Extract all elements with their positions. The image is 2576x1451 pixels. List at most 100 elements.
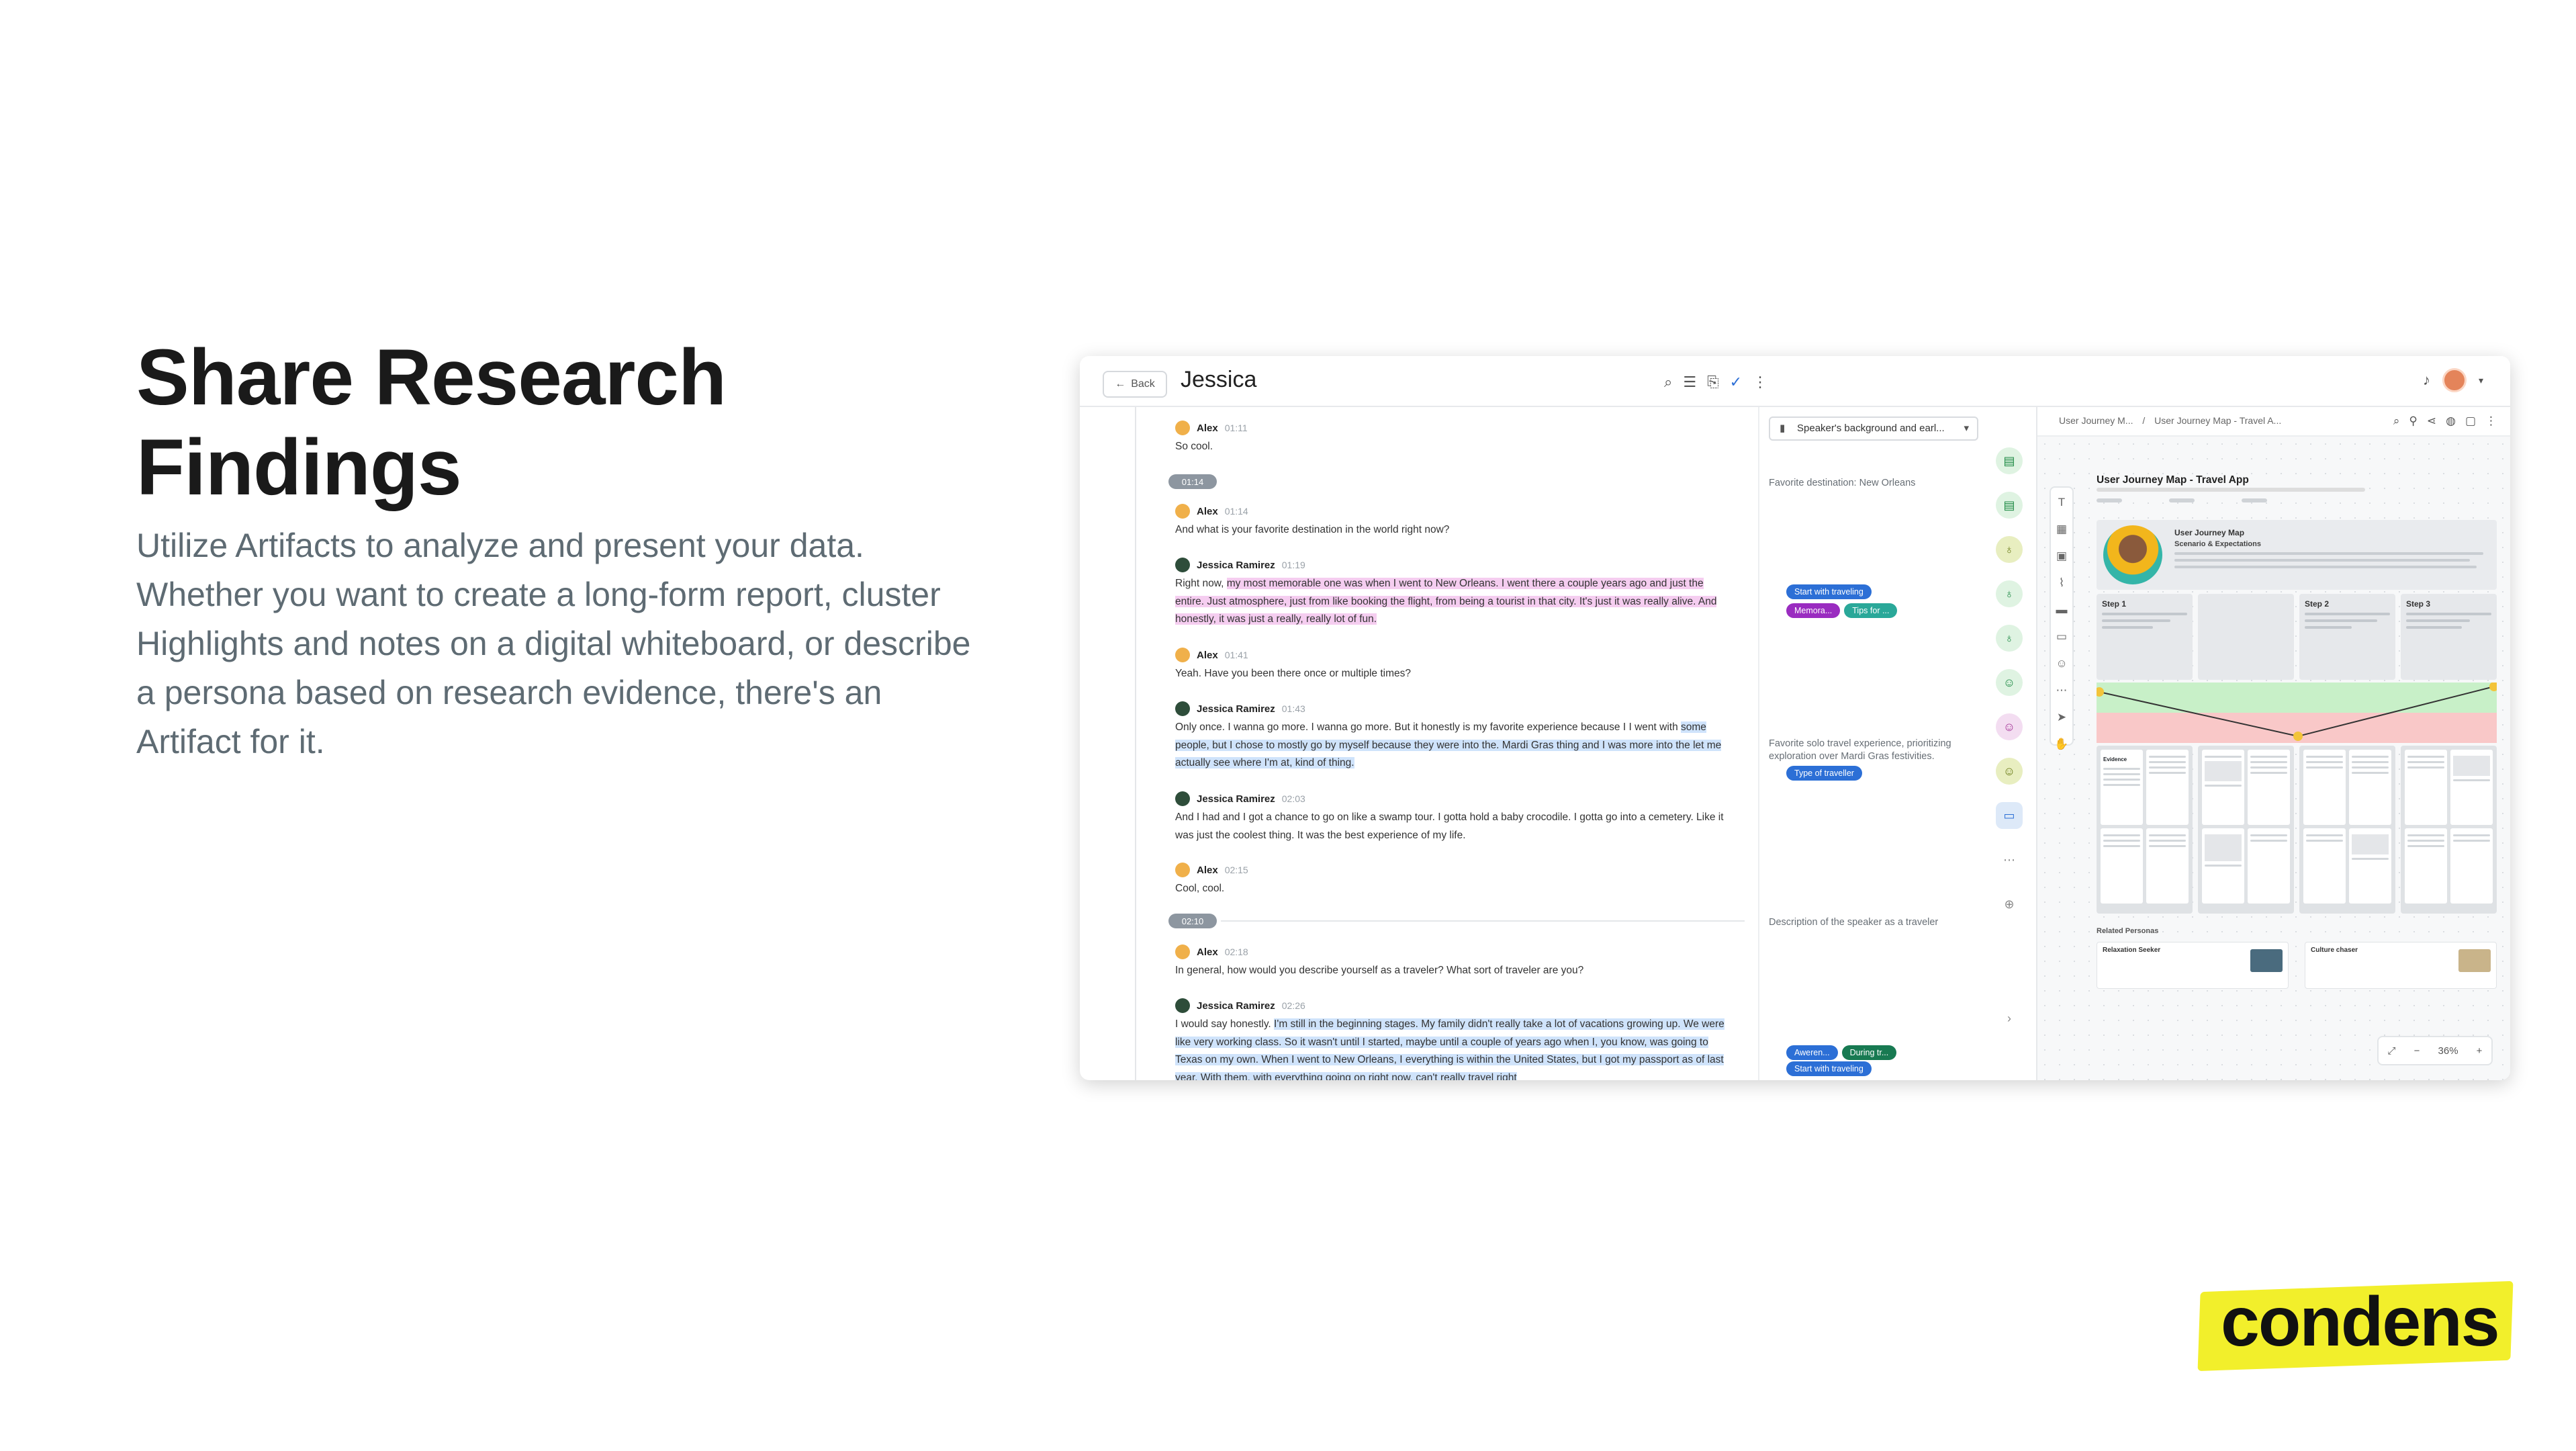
evidence-card[interactable]: [2450, 750, 2493, 825]
chart-tool-icon[interactable]: ⌇: [2059, 576, 2064, 590]
lightbulb-icon[interactable]: ♁: [1996, 536, 2023, 563]
highlight[interactable]: my most memorable one was when I went to…: [1175, 578, 1717, 625]
tag-chip[interactable]: Start with traveling: [1786, 584, 1872, 599]
attachment-icon[interactable]: ⎘: [1707, 373, 1719, 391]
timestamp[interactable]: 01:11: [1225, 423, 1248, 433]
search-icon[interactable]: ⌕: [1664, 373, 1672, 391]
list-icon[interactable]: ☰: [1683, 373, 1696, 391]
evidence-card[interactable]: [2405, 750, 2447, 825]
globe-icon[interactable]: ◍: [2446, 414, 2456, 428]
evidence-group: [2299, 746, 2395, 914]
face-icon[interactable]: ☺: [1996, 758, 2023, 785]
check-circle-icon[interactable]: ✓: [1730, 373, 1742, 391]
tag-chip[interactable]: Start with traveling: [1786, 1061, 1872, 1076]
evidence-card[interactable]: [2146, 828, 2189, 904]
timestamp[interactable]: 01:43: [1282, 703, 1305, 714]
message-text[interactable]: And what is your favorite destination in…: [1175, 521, 1733, 539]
evidence-card[interactable]: [2349, 750, 2391, 825]
evidence-card[interactable]: [2101, 828, 2143, 904]
evidence-card[interactable]: [2349, 828, 2391, 904]
evidence-card[interactable]: [2405, 828, 2447, 904]
tag-filter-dropdown[interactable]: ▮ Speaker's background and earl... ▾: [1769, 416, 1978, 441]
share-icon[interactable]: ⋖: [2427, 414, 2436, 428]
message-text[interactable]: Cool, cool.: [1175, 880, 1733, 898]
avatar: [1175, 863, 1190, 877]
lightbulb-icon[interactable]: ♁: [1996, 625, 2023, 652]
more-vertical-icon[interactable]: ⋮: [1753, 373, 1767, 391]
table-tool-icon[interactable]: ▦: [2056, 523, 2067, 536]
step-card[interactable]: [2198, 594, 2294, 680]
card-tool-icon[interactable]: ▭: [2056, 630, 2067, 644]
step-card[interactable]: Step 3: [2401, 594, 2497, 680]
timestamp[interactable]: 02:03: [1282, 793, 1305, 804]
emoji-tool-icon[interactable]: ☺: [2056, 657, 2067, 670]
document-icon[interactable]: ▤: [1996, 492, 2023, 519]
timestamp[interactable]: 02:15: [1225, 865, 1248, 875]
step-card[interactable]: Step 1: [2097, 594, 2193, 680]
hand-tool-icon[interactable]: ✋: [2054, 738, 2068, 751]
add-circle-icon[interactable]: ⊕: [1996, 891, 2023, 918]
chevron-right-icon[interactable]: ›: [1996, 1005, 2023, 1032]
document-icon[interactable]: ▤: [1996, 447, 2023, 474]
pin-icon[interactable]: ⚲: [2409, 414, 2417, 428]
tag-chip[interactable]: Tips for ...: [1844, 603, 1898, 618]
evidence-card[interactable]: [2303, 750, 2346, 825]
related-persona-card[interactable]: Culture chaser: [2305, 942, 2497, 989]
message-text[interactable]: I would say honestly. I'm still in the b…: [1175, 1016, 1733, 1080]
breadcrumb-item[interactable]: User Journey Map - Travel A...: [2154, 415, 2281, 426]
comment-icon[interactable]: ▭: [1996, 802, 2023, 829]
timeline-line: [1135, 407, 1136, 1080]
timestamp[interactable]: 02:18: [1225, 947, 1248, 957]
more-horizontal-icon[interactable]: ⋯: [2056, 684, 2068, 697]
evidence-card[interactable]: [2146, 750, 2189, 825]
tag-chip[interactable]: During tr...: [1841, 1045, 1897, 1060]
message: Alex 02:15 Cool, cool.: [1175, 863, 1733, 898]
evidence-card[interactable]: [2248, 750, 2290, 825]
timestamp[interactable]: 01:19: [1282, 560, 1305, 570]
pointer-tool-icon[interactable]: ➤: [2057, 711, 2066, 724]
evidence-card[interactable]: [2303, 828, 2346, 904]
timestamp[interactable]: 01:14: [1225, 506, 1248, 517]
back-button[interactable]: ← Back: [1103, 371, 1167, 398]
expand-icon[interactable]: ▢: [2465, 414, 2476, 428]
timestamp[interactable]: 01:41: [1225, 650, 1248, 660]
face-icon[interactable]: ☺: [1996, 669, 2023, 696]
breadcrumb-item[interactable]: User Journey M...: [2059, 415, 2133, 426]
more-horizontal-icon[interactable]: ⋯: [1996, 846, 2023, 873]
headline-line-2: Findings: [136, 423, 462, 512]
note-tool-icon[interactable]: ▬: [2056, 603, 2068, 617]
message-text[interactable]: And I had and I got a chance to go on li…: [1175, 809, 1733, 844]
step-card[interactable]: Step 2: [2299, 594, 2395, 680]
image-tool-icon[interactable]: ▣: [2056, 549, 2067, 563]
zoom-in-button[interactable]: +: [2477, 1045, 2483, 1057]
face-icon[interactable]: ☺: [1996, 713, 2023, 740]
time-marker[interactable]: 01:14: [1168, 474, 1217, 489]
lightbulb-icon[interactable]: ♁: [1996, 580, 2023, 607]
evidence-card[interactable]: [2202, 750, 2244, 825]
evidence-card[interactable]: [2202, 828, 2244, 904]
chevron-down-icon[interactable]: ▾: [2479, 375, 2483, 386]
time-marker[interactable]: 02:10: [1168, 914, 1217, 928]
tag-chip[interactable]: Memora...: [1786, 603, 1841, 618]
tag-chip[interactable]: Aweren...: [1786, 1045, 1838, 1060]
text-tool-icon[interactable]: T: [2058, 496, 2065, 509]
tag-chip[interactable]: Type of traveller: [1786, 766, 1862, 781]
search-icon[interactable]: ⌕: [2393, 414, 2400, 428]
message-text[interactable]: Yeah. Have you been there once or multip…: [1175, 665, 1733, 683]
journey-map: User Journey Map - Travel App User Journ…: [2086, 461, 2497, 1025]
evidence-card[interactable]: [2248, 828, 2290, 904]
related-persona-card[interactable]: Relaxation Seeker: [2097, 942, 2289, 989]
message-text[interactable]: So cool.: [1175, 438, 1733, 456]
timestamp[interactable]: 02:26: [1282, 1000, 1305, 1011]
zoom-out-button[interactable]: −: [2414, 1045, 2420, 1057]
more-vertical-icon[interactable]: ⋮: [2485, 414, 2497, 428]
evidence-card[interactable]: Evidence: [2101, 750, 2143, 825]
avatar[interactable]: [2442, 368, 2467, 392]
persona-card[interactable]: User Journey Map Scenario & Expectations: [2097, 520, 2497, 590]
message-text[interactable]: Only once. I wanna go more. I wanna go m…: [1175, 719, 1733, 773]
message-text[interactable]: In general, how would you describe yours…: [1175, 962, 1733, 980]
fit-screen-icon[interactable]: ⤢: [2388, 1045, 2396, 1057]
bell-icon[interactable]: ♪: [2423, 371, 2430, 389]
message-text[interactable]: Right now, my most memorable one was whe…: [1175, 575, 1733, 629]
evidence-card[interactable]: [2450, 828, 2493, 904]
